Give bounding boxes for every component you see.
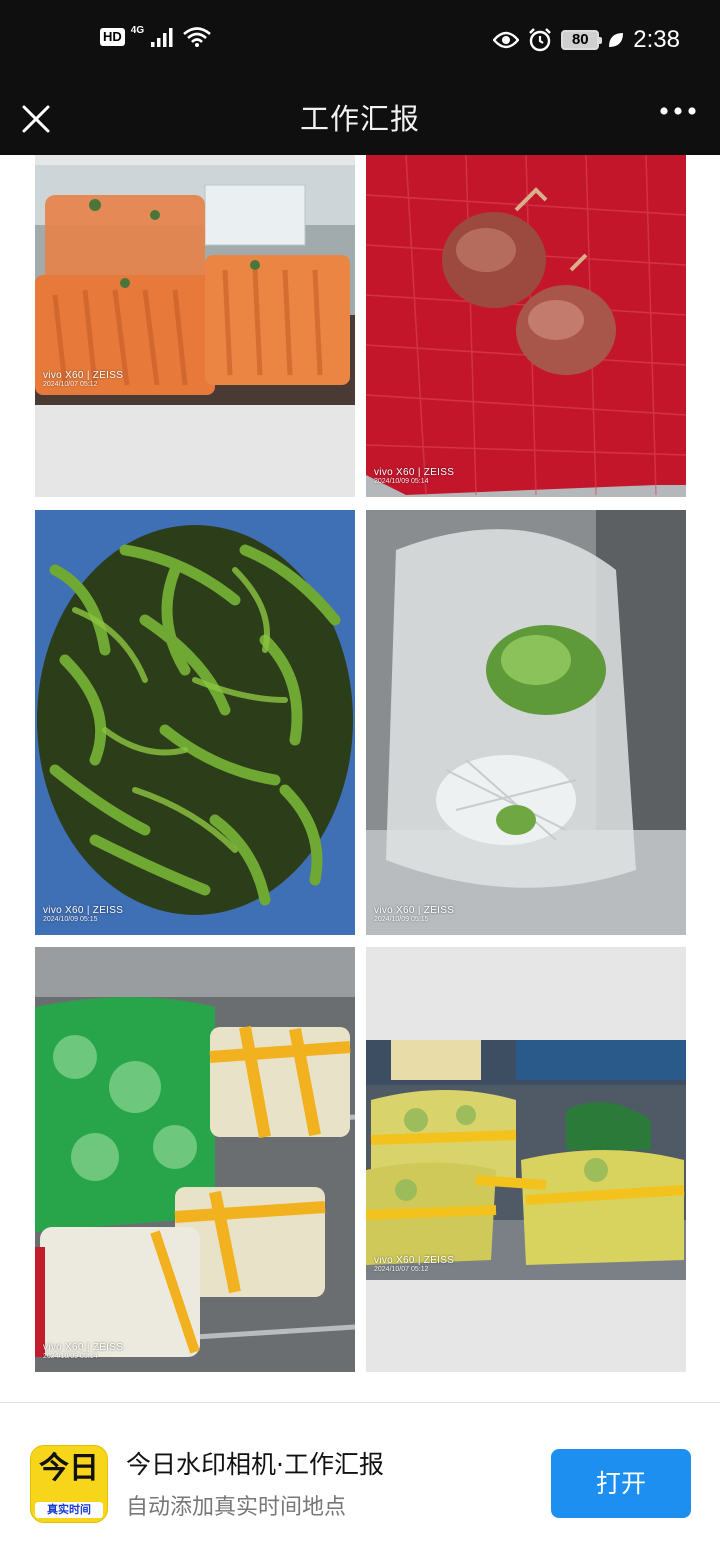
page-title: 工作汇报 [299,102,420,136]
carrots-image [35,165,355,405]
watermark-date: 2024/10/09 05:15 [374,916,429,923]
watermark-date: 2024/10/09 05:15 [43,916,98,923]
title-bar: 工作汇报 [0,84,720,155]
watermark-brand: vivo X60 | ZEISS [43,370,124,381]
status-bar: HD 4G 80 2:38 [0,0,720,84]
more-button[interactable] [658,98,698,128]
photo-grid: vivo X60 | ZEISS 2024/10/07 05:12 vivo X… [0,155,720,1402]
app-name: 今日水印相机·工作汇报 [126,1450,384,1479]
watermark-brand: vivo X60 | ZEISS [374,905,455,916]
open-button[interactable]: 打开 [551,1449,691,1518]
watermark-brand: vivo X60 | ZEISS [43,905,124,916]
photo-carrots[interactable]: vivo X60 | ZEISS 2024/10/07 05:12 [35,155,355,497]
watermark-brand: vivo X60 | ZEISS [43,1342,124,1353]
watermark: vivo X60 | ZEISS 2024/10/07 05:12 [374,1255,454,1273]
alarm-icon [529,28,552,52]
status-time: 2:38 [633,26,680,53]
network-type: 4G [130,24,145,36]
more-icon [660,107,696,115]
app-promo-banner: 今日 真实时间 今日水印相机·工作汇报 自动添加真实时间地点 打开 [0,1402,720,1560]
battery-icon: 80 [561,30,603,50]
watermark: vivo X60 | ZEISS 2024/10/09 05:15 [374,905,454,923]
watermark-date: 2024/10/09 05:14 [374,478,429,485]
signal-icon [151,28,173,47]
cabbage-image [35,947,355,1372]
watermark: vivo X60 | ZEISS 2024/10/09 05:14 [374,467,454,485]
leaf-icon [609,33,624,47]
photo-peppers[interactable]: vivo X60 | ZEISS 2024/10/09 05:15 [35,510,355,935]
watermark-brand: vivo X60 | ZEISS [374,467,455,478]
photo-cabbage[interactable]: vivo X60 | ZEISS 2024/10/09 05:14 [35,947,355,1372]
onions-image [366,155,686,497]
status-left: HD 4G [100,24,212,48]
lettuce-image [366,510,686,935]
watermark-date: 2024/10/09 05:14 [43,1353,98,1360]
app-icon-title: 今日 [39,1451,99,1486]
app-subtitle: 自动添加真实时间地点 [126,1495,347,1520]
watermark-date: 2024/10/07 05:12 [43,381,98,388]
app-icon[interactable]: 今日 真实时间 [30,1445,108,1523]
watermark: vivo X60 | ZEISS 2024/10/09 05:15 [43,905,123,923]
watermark: vivo X60 | ZEISS 2024/10/07 05:12 [43,370,123,388]
photo-onions[interactable]: vivo X60 | ZEISS 2024/10/09 05:14 [366,155,686,497]
bok-choy-image [366,1040,686,1280]
hd-badge: HD [100,28,125,46]
status-right: 80 2:38 [493,26,680,54]
eye-icon [493,31,520,49]
watermark-brand: vivo X60 | ZEISS [374,1255,455,1266]
photo-lettuce[interactable]: vivo X60 | ZEISS 2024/10/09 05:15 [366,510,686,935]
peppers-image [35,510,355,935]
app-icon-caption: 真实时间 [35,1502,103,1518]
watermark-date: 2024/10/07 05:12 [374,1266,429,1273]
watermark: vivo X60 | ZEISS 2024/10/09 05:14 [43,1342,123,1360]
photo-bok-choy[interactable]: vivo X60 | ZEISS 2024/10/07 05:12 [366,947,686,1372]
wifi-icon [183,27,211,47]
